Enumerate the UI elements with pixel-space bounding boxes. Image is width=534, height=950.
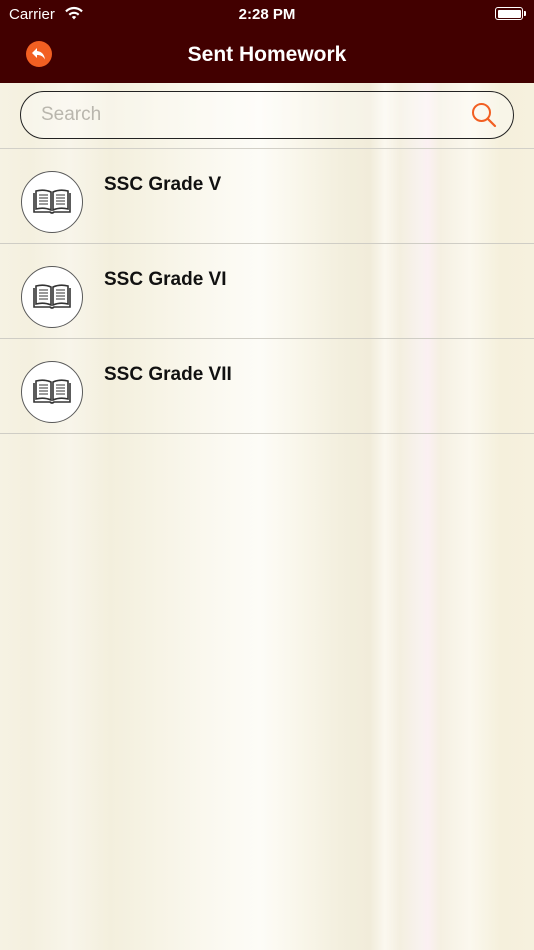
- search-icon[interactable]: [471, 102, 497, 128]
- battery-icon: [495, 7, 526, 20]
- search-bar: [20, 91, 514, 139]
- avatar: [21, 266, 83, 328]
- list-item[interactable]: SSC Grade V: [0, 149, 534, 244]
- list-item-label: SSC Grade VI: [104, 269, 227, 290]
- open-book-icon: [33, 284, 71, 309]
- search-input[interactable]: [41, 92, 461, 137]
- list-item[interactable]: SSC Grade VI: [0, 244, 534, 339]
- status-time: 2:28 PM: [238, 6, 296, 23]
- class-list: SSC Grade V SSC Grade VI SSC Grade VII: [0, 149, 534, 434]
- avatar: [21, 171, 83, 233]
- page-title: Sent Homework: [187, 43, 347, 66]
- list-item-label: SSC Grade VII: [104, 364, 232, 385]
- open-book-icon: [33, 379, 71, 404]
- status-bar: Carrier 2:28 PM: [0, 0, 534, 28]
- list-item[interactable]: SSC Grade VII: [0, 339, 534, 434]
- avatar: [21, 361, 83, 423]
- list-item-label: SSC Grade V: [104, 174, 222, 195]
- open-book-icon: [33, 189, 71, 214]
- top-bar: Carrier 2:28 PM Sent Homework: [0, 0, 534, 83]
